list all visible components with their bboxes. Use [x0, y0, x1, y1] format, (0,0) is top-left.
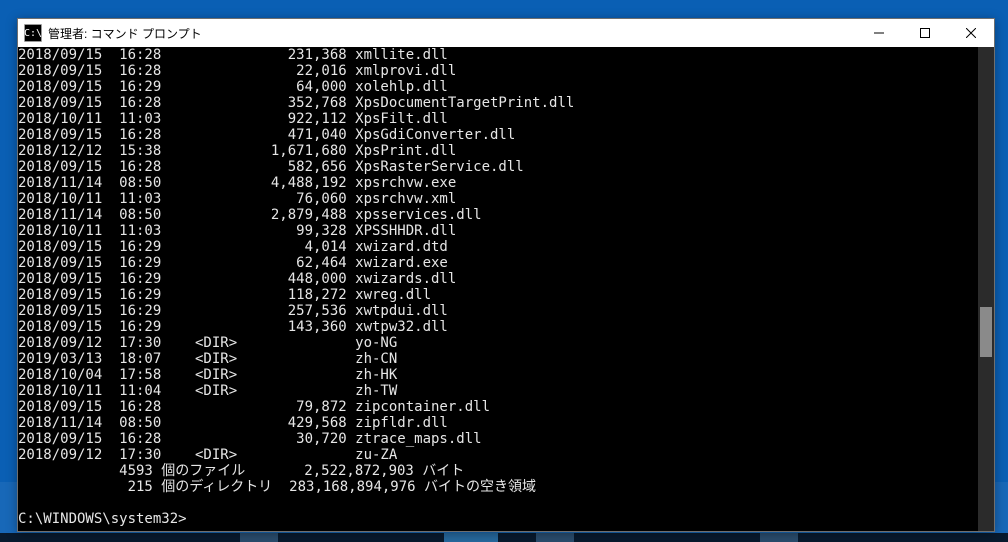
terminal-line: 2018/09/15 16:28 22,016 xmlprovi.dll: [18, 63, 978, 79]
terminal-line: 2018/09/15 16:29 118,272 xwreg.dll: [18, 287, 978, 303]
terminal-line: 2018/09/15 16:28 79,872 zipcontainer.dll: [18, 399, 978, 415]
command-prompt-window: C:\ 管理者: コマンド プロンプト 2018/09/15 16:28 231…: [17, 18, 995, 532]
taskbar-item[interactable]: [240, 533, 278, 542]
terminal-line: 2018/09/15 16:29 143,360 xwtpw32.dll: [18, 319, 978, 335]
terminal-line: 4593 個のファイル 2,522,872,903 バイト: [18, 463, 978, 479]
terminal-line: 215 個のディレクトリ 283,168,894,976 バイトの空き領域: [18, 479, 978, 495]
window-title: 管理者: コマンド プロンプト: [48, 25, 856, 42]
terminal-line: 2018/10/11 11:03 922,112 XpsFilt.dll: [18, 111, 978, 127]
terminal-line: 2018/09/15 16:28 30,720 ztrace_maps.dll: [18, 431, 978, 447]
terminal-line: 2018/09/12 17:30 <DIR> zu-ZA: [18, 447, 978, 463]
taskbar-item-active[interactable]: [444, 533, 498, 542]
minimize-button[interactable]: [856, 19, 902, 47]
terminal-line: 2018/10/11 11:03 76,060 xpsrchvw.xml: [18, 191, 978, 207]
terminal-line: 2018/09/15 16:29 4,014 xwizard.dtd: [18, 239, 978, 255]
terminal-line: 2018/09/15 16:29 62,464 xwizard.exe: [18, 255, 978, 271]
taskbar[interactable]: [0, 533, 1008, 542]
terminal-output[interactable]: 2018/09/15 16:28 231,368 xmllite.dll2018…: [18, 47, 978, 531]
taskbar-item[interactable]: [536, 533, 574, 542]
terminal-line: 2018/09/15 16:29 257,536 xwtpdui.dll: [18, 303, 978, 319]
cmd-icon: C:\: [24, 24, 42, 42]
titlebar-buttons: [856, 19, 994, 47]
terminal-line: 2018/11/14 08:50 4,488,192 xpsrchvw.exe: [18, 175, 978, 191]
terminal-line: 2018/10/04 17:58 <DIR> zh-HK: [18, 367, 978, 383]
terminal-line: 2018/12/12 15:38 1,671,680 XpsPrint.dll: [18, 143, 978, 159]
terminal-line: 2018/10/11 11:03 99,328 XPSSHHDR.dll: [18, 223, 978, 239]
desktop: C:\ 管理者: コマンド プロンプト 2018/09/15 16:28 231…: [0, 0, 1008, 542]
titlebar[interactable]: C:\ 管理者: コマンド プロンプト: [18, 19, 994, 47]
terminal-line: 2018/09/12 17:30 <DIR> yo-NG: [18, 335, 978, 351]
taskbar-item[interactable]: [760, 533, 798, 542]
terminal-line: 2018/09/15 16:28 352,768 XpsDocumentTarg…: [18, 95, 978, 111]
scroll-thumb[interactable]: [980, 307, 992, 357]
terminal-line: 2019/03/13 18:07 <DIR> zh-CN: [18, 351, 978, 367]
close-button[interactable]: [948, 19, 994, 47]
terminal-line: 2018/09/15 16:28 582,656 XpsRasterServic…: [18, 159, 978, 175]
terminal-line: 2018/11/14 08:50 429,568 zipfldr.dll: [18, 415, 978, 431]
terminal-line: 2018/09/15 16:28 471,040 XpsGdiConverter…: [18, 127, 978, 143]
vertical-scrollbar[interactable]: [978, 47, 994, 531]
terminal-line: 2018/10/11 11:04 <DIR> zh-TW: [18, 383, 978, 399]
terminal-line: C:\WINDOWS\system32>: [18, 511, 978, 527]
terminal-line: [18, 495, 978, 511]
maximize-button[interactable]: [902, 19, 948, 47]
terminal-line: 2018/09/15 16:28 231,368 xmllite.dll: [18, 47, 978, 63]
terminal-line: 2018/09/15 16:29 64,000 xolehlp.dll: [18, 79, 978, 95]
terminal-line: 2018/11/14 08:50 2,879,488 xpsservices.d…: [18, 207, 978, 223]
terminal-line: 2018/09/15 16:29 448,000 xwizards.dll: [18, 271, 978, 287]
client-area: 2018/09/15 16:28 231,368 xmllite.dll2018…: [18, 47, 994, 531]
